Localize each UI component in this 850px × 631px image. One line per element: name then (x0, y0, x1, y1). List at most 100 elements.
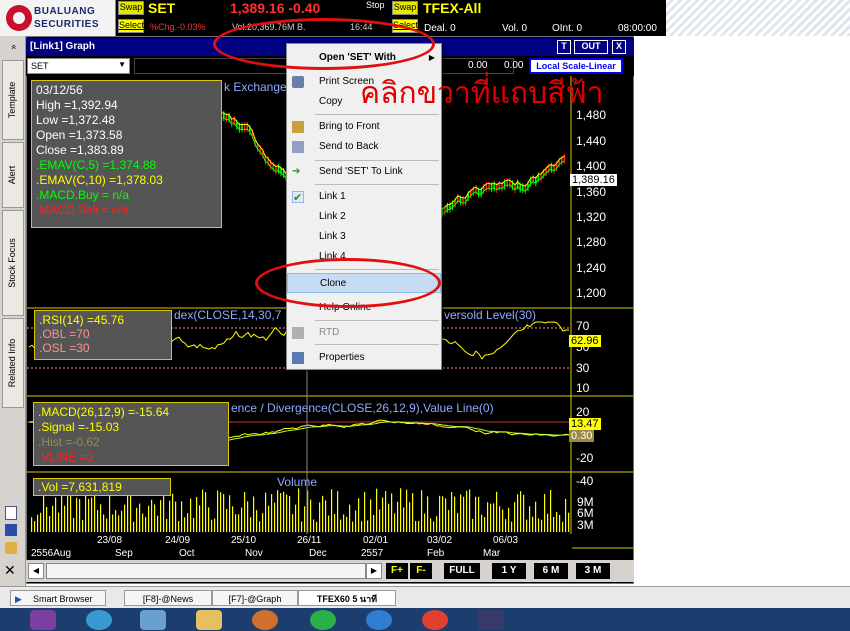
x-month-2557: 2557 (361, 548, 384, 559)
tfex-swap-button[interactable]: Swap (392, 1, 418, 15)
menu-separator (315, 160, 439, 161)
annotation-text: คลิกขวาที่แถบสีฟ้า (360, 76, 604, 111)
logo-mark-icon (6, 5, 32, 31)
menu-link-3[interactable]: Link 3 (287, 227, 441, 247)
tfex-volume: Vol. 0 (502, 23, 528, 34)
zoom-out-button[interactable]: F- (410, 563, 432, 579)
annotation-ellipse-clone (255, 258, 441, 308)
arrow-right-icon: ➔ (292, 166, 301, 177)
rsi-axis-10: 10 (576, 381, 590, 395)
smart-browser-tab[interactable]: ▶ Smart Browser (10, 590, 106, 606)
window-close-button[interactable]: X (612, 40, 626, 54)
range-3m-button[interactable]: 3 M (576, 563, 610, 579)
rsi-value: .RSI(14) =45.76 (39, 313, 125, 327)
scroll-right-icon[interactable]: ▶ (366, 563, 382, 579)
header-filler (666, 0, 850, 36)
logo-text-2: SECURITIES (34, 19, 100, 30)
annotation-ellipse-title (213, 18, 435, 70)
info-ema10: .EMAV(C,10) =1,378.03 (36, 173, 163, 187)
info-open: Open =1,373.58 (36, 128, 123, 142)
stop-label: Stop (366, 0, 388, 12)
menu-send-to-back[interactable]: Send to Back (287, 137, 441, 157)
chart-scrollbar[interactable] (46, 563, 366, 579)
app-icon-9[interactable] (478, 610, 504, 630)
macd-axis-neg40: -40 (576, 474, 594, 488)
paint-icon[interactable] (252, 610, 278, 630)
window-out-button[interactable]: OUT (574, 40, 608, 54)
select-button[interactable]: Select (118, 19, 144, 33)
tools-icon[interactable] (5, 542, 17, 554)
tab-alert[interactable]: Alert (2, 142, 24, 208)
macd-value: .MACD(26,12,9) =-15.64 (38, 405, 170, 419)
ie-icon[interactable] (366, 610, 392, 630)
menu-properties[interactable]: Properties (287, 348, 441, 368)
status-bar: ▶ Smart Browser [F8]-@News [F7]-@Graph T… (0, 586, 850, 608)
app-icon-2[interactable] (86, 610, 112, 630)
printer-icon (292, 76, 304, 88)
app-icon-1[interactable] (30, 610, 56, 630)
zoom-in-button[interactable]: F+ (386, 563, 408, 579)
save-icon[interactable] (5, 524, 17, 536)
volume-value: .Vol =7,631,819 (38, 480, 122, 494)
graph-tab[interactable]: [F7]-@Graph (212, 590, 298, 606)
right-empty-panel (634, 36, 850, 586)
range-1y-button[interactable]: 1 Y (492, 563, 526, 579)
scroll-left-icon[interactable]: ◀ (28, 563, 44, 579)
news-tab[interactable]: [F8]-@News (124, 590, 212, 606)
tfex-oint: OInt. 0 (552, 23, 583, 34)
menu-separator (315, 184, 439, 185)
x-tick-0201: 02/01 (363, 535, 389, 546)
chrome-icon[interactable] (422, 610, 448, 630)
menu-separator (315, 320, 439, 321)
rsi-title: dex(CLOSE,14,30,7 (174, 308, 282, 322)
price-axis-1360: 1,360 (576, 185, 607, 199)
tab-collapse-icon[interactable]: » (2, 40, 24, 54)
x-month-feb: Feb (427, 548, 445, 559)
swap-button[interactable]: Swap (118, 1, 144, 15)
tab-stock-focus[interactable]: Stock Focus (2, 210, 24, 316)
rsi-title-right: versold Level(30) (444, 308, 537, 322)
range-full-button[interactable]: FULL (444, 563, 480, 579)
close-icon[interactable]: ✕ (4, 562, 16, 579)
menu-send-to-link[interactable]: ➔ Send 'SET' To Link (287, 162, 441, 182)
browser-icon: ▶ (15, 594, 22, 604)
menu-bring-to-front[interactable]: Bring to Front (287, 117, 441, 137)
info-high: High =1,392.94 (36, 98, 118, 112)
range-6m-button[interactable]: 6 M (534, 563, 568, 579)
window-t-button[interactable]: T (557, 40, 571, 54)
tab-template[interactable]: Template (2, 60, 24, 140)
app-icon-3[interactable] (140, 610, 166, 630)
price-axis-1280: 1,280 (576, 235, 607, 249)
macd-tag-1: 13.47 (569, 418, 601, 430)
x-tick-2510: 25/10 (231, 535, 257, 546)
vol-axis-3m: 3M (577, 518, 594, 532)
info-ema5: .EMAV(C,5) =1,374.88 (36, 158, 157, 172)
set-symbol: SET (148, 0, 176, 16)
tab-related-info[interactable]: Related Info (2, 318, 24, 408)
macd-hist: .Hist =-0.62 (38, 435, 100, 449)
rsi-info-box: .RSI(14) =45.76 .OBL =70 .OSL =30 (34, 310, 172, 360)
rsi-osl: .OSL =30 (39, 341, 90, 355)
broker-logo: BUALUANG SECURITIES (0, 0, 116, 36)
volume-info-box: .Vol =7,631,819 (33, 478, 171, 496)
menu-link-2[interactable]: Link 2 (287, 207, 441, 227)
tfex-5min-tab[interactable]: TFEX60 5 นาที (298, 590, 396, 606)
tfex-clock: 08:00:00 (618, 23, 657, 34)
line-icon[interactable] (310, 610, 336, 630)
new-document-icon[interactable] (5, 506, 17, 520)
macd-axis-neg20: -20 (576, 451, 594, 465)
macd-title: ence / Divergence(CLOSE,26,12,9),Value L… (231, 401, 494, 415)
dropdown-arrow-icon[interactable]: ▼ (118, 60, 126, 69)
pct-change: %Chg.-0.03% (150, 22, 206, 32)
chart-bottom-bar: ◀ ▶ F+ F- FULL 1 Y 6 M 3 M (26, 560, 634, 582)
macd-vline: .VLINE =0 (38, 450, 94, 464)
properties-icon (292, 352, 304, 364)
last-price-tag: 1,389.16 (570, 174, 617, 186)
symbol-input[interactable]: SET ▼ (27, 58, 130, 74)
x-month-nov: Nov (245, 548, 263, 559)
rsi-obl: .OBL =70 (39, 327, 90, 341)
menu-link-1[interactable]: ✔ Link 1 (287, 187, 441, 207)
folder-icon[interactable] (196, 610, 222, 630)
x-month-mar: Mar (483, 548, 501, 559)
info-macd-buy: .MACD.Buy = n/a (36, 188, 130, 202)
